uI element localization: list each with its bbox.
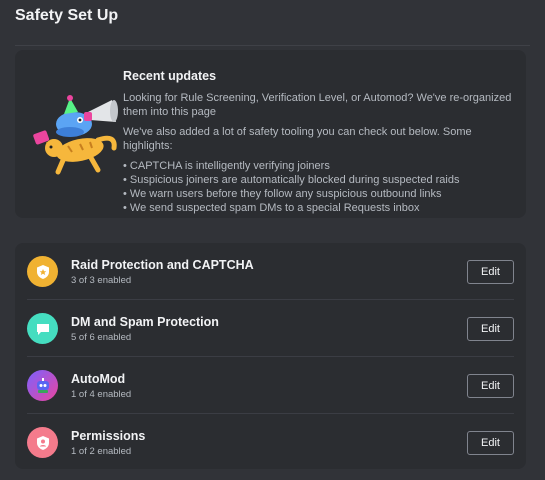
list-item: Suspicious joiners are automatically blo… — [123, 173, 518, 187]
page-title: Safety Set Up — [15, 7, 119, 24]
automod-robot-icon — [27, 370, 58, 401]
list-item: We warn users before they follow any sus… — [123, 187, 518, 201]
dm-spam-status: 5 of 6 enabled — [71, 331, 132, 343]
shield-icon — [27, 256, 58, 287]
list-item: We send suspected spam DMs to a special … — [123, 201, 518, 215]
raid-protection-status: 3 of 3 enabled — [71, 274, 132, 286]
safety-settings-card: Raid Protection and CAPTCHA 3 of 3 enabl… — [15, 243, 526, 469]
automod-title: AutoMod — [71, 371, 126, 386]
megaphone-cat-illustration — [33, 95, 118, 175]
title-divider — [15, 45, 530, 46]
permissions-title: Permissions — [71, 428, 146, 443]
edit-automod-button[interactable]: Edit — [467, 373, 514, 398]
updates-highlights-list: CAPTCHA is intelligently verifying joine… — [123, 159, 518, 215]
edit-dm-spam-button[interactable]: Edit — [467, 316, 514, 341]
shield-person-icon — [27, 427, 58, 458]
list-item: CAPTCHA is intelligently verifying joine… — [123, 159, 518, 173]
settings-row-automod: AutoMod 1 of 4 enabled Edit — [15, 357, 526, 414]
automod-status: 1 of 4 enabled — [71, 388, 132, 400]
updates-intro: Looking for Rule Screening, Verification… — [123, 92, 512, 118]
updates-title: Recent updates — [123, 69, 217, 83]
settings-row-permissions: Permissions 1 of 2 enabled Edit — [15, 414, 526, 471]
permissions-status: 1 of 2 enabled — [71, 445, 132, 457]
recent-updates-card: Recent updates Looking for Rule Screenin… — [15, 50, 526, 218]
settings-row-dm-spam: DM and Spam Protection 5 of 6 enabled Ed… — [15, 300, 526, 357]
edit-raid-protection-button[interactable]: Edit — [467, 259, 514, 284]
dm-spam-title: DM and Spam Protection — [71, 314, 219, 329]
chat-bubble-icon — [27, 313, 58, 344]
updates-highlights-intro: We've also added a lot of safety tooling… — [123, 126, 472, 152]
settings-row-raid-protection: Raid Protection and CAPTCHA 3 of 3 enabl… — [15, 243, 526, 300]
raid-protection-title: Raid Protection and CAPTCHA — [71, 257, 254, 272]
edit-permissions-button[interactable]: Edit — [467, 430, 514, 455]
